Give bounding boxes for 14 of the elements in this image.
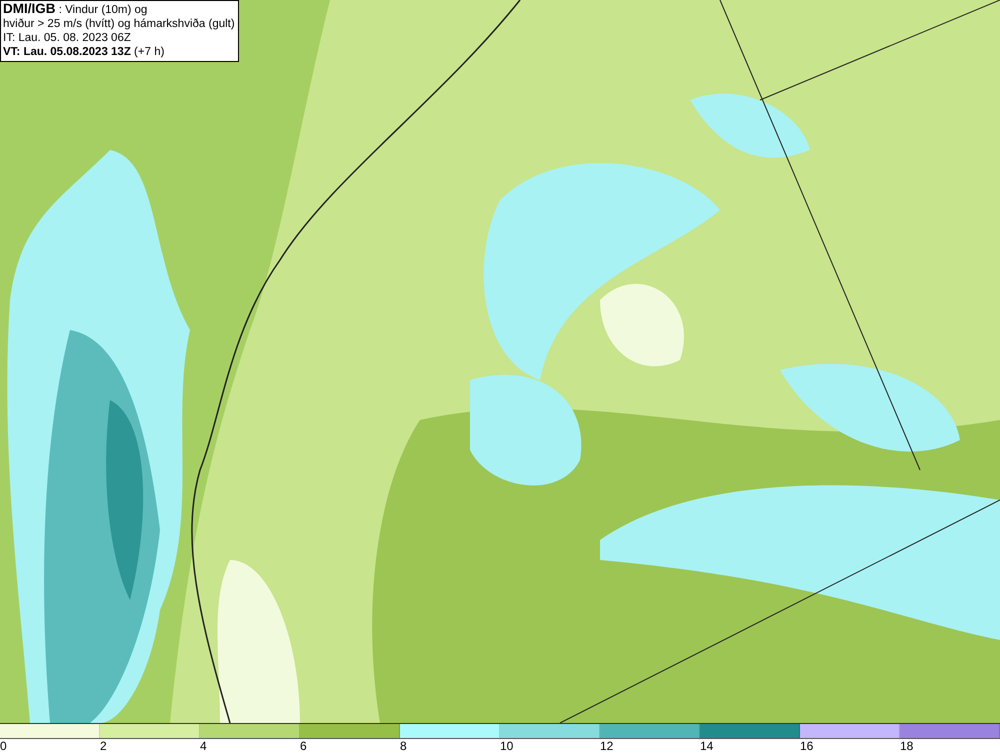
scale-label: 14 — [700, 739, 714, 753]
title-line: hviður > 25 m/s (hvítt) og hámarkshviða (gult) — [3, 17, 235, 31]
title-line: DMI/IGB : Vindur (10m) og — [3, 2, 148, 17]
scale-label: 16 — [800, 739, 814, 753]
scale-label: 18 — [900, 739, 914, 753]
scale-label: 10 — [500, 739, 514, 753]
scale-label: 0 — [0, 739, 7, 753]
title-line: IT: Lau. 05. 08. 2023 06Z — [3, 31, 132, 45]
scale-label: 2 — [100, 739, 107, 753]
scale-label: 6 — [300, 739, 307, 753]
title-line: VT: Lau. 05.08.2023 13Z (+7 h) — [3, 45, 166, 59]
scale-label: 4 — [200, 739, 207, 753]
scale-label: 12 — [600, 739, 614, 753]
scale-label: 8 — [400, 739, 407, 753]
